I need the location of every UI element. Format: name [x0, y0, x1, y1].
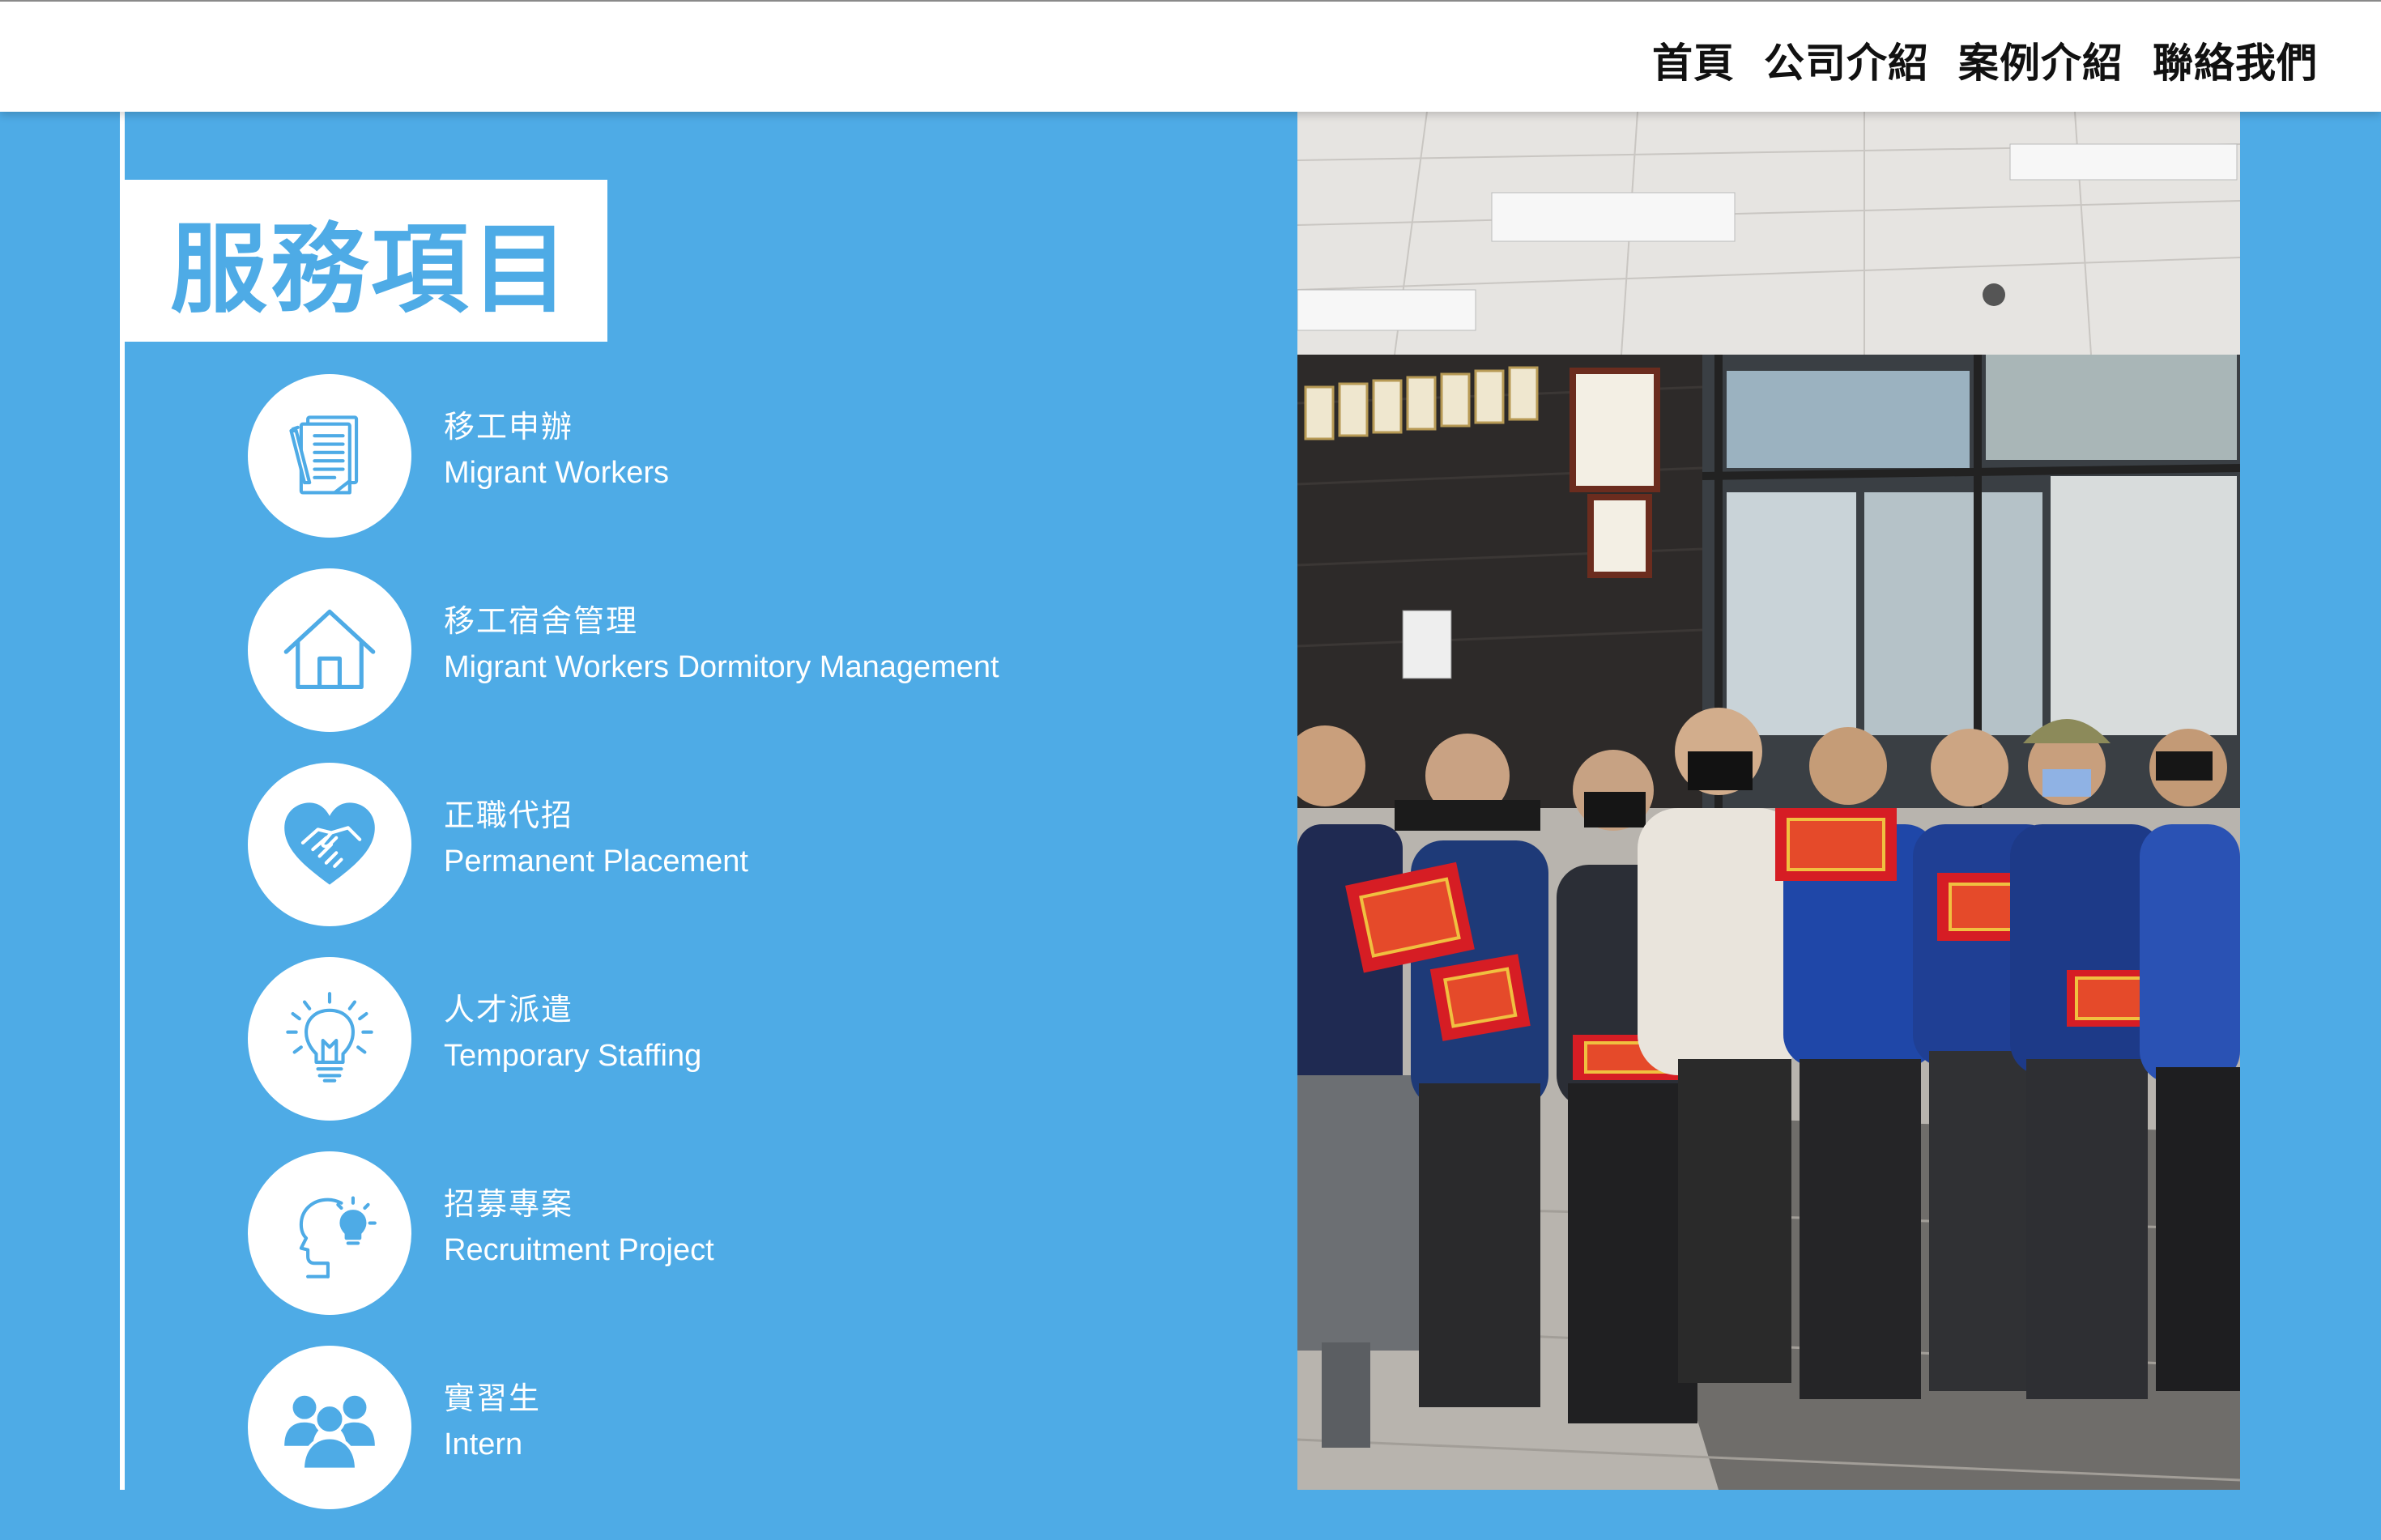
- service-title-en: Intern: [444, 1427, 523, 1461]
- top-navigation-bar: 首頁 公司介紹 案例介紹 聯絡我們: [0, 0, 2381, 112]
- head-idea-icon: [299, 1196, 377, 1278]
- nav-link-home[interactable]: 首頁: [1652, 31, 1735, 89]
- service-title-zh: 移工宿舍管理: [444, 603, 639, 639]
- section-title: 服務項目: [170, 214, 572, 326]
- main-nav: 首頁 公司介紹 案例介紹 聯絡我們: [1652, 31, 2318, 89]
- group-photo: [1297, 112, 2240, 1490]
- nav-link-contact[interactable]: 聯絡我們: [2153, 31, 2318, 89]
- service-title-zh: 實習生: [444, 1380, 542, 1416]
- service-item-intern[interactable]: 實習生 Intern: [248, 1346, 1260, 1540]
- service-item-migrant-workers[interactable]: 移工申辦 Migrant Workers: [248, 374, 1260, 568]
- lightbulb-icon: [286, 992, 373, 1083]
- service-icon-circle: [248, 957, 411, 1121]
- service-title-en: Recruitment Project: [444, 1233, 714, 1267]
- service-title-en: Permanent Placement: [444, 844, 748, 878]
- service-title-zh: 招募專案: [444, 1186, 574, 1222]
- service-title-en: Temporary Staffing: [444, 1039, 702, 1073]
- service-list: 移工申辦 Migrant Workers 移工宿舍管理 Migrant Work…: [248, 374, 1260, 1540]
- services-section: 服務項目 移工申辦 Migrant Workers 移工宿舍管理 Migrant…: [0, 112, 2381, 1509]
- service-title-zh: 正職代招: [444, 798, 574, 833]
- service-icon-circle: [248, 1151, 411, 1315]
- service-item-temporary-staffing[interactable]: 人才派遣 Temporary Staffing: [248, 957, 1260, 1151]
- service-item-recruitment-project[interactable]: 招募專案 Recruitment Project: [248, 1151, 1260, 1346]
- nav-link-cases[interactable]: 案例介紹: [1958, 31, 2123, 89]
- service-icon-circle: [248, 374, 411, 538]
- section-title-box: 服務項目: [125, 180, 607, 342]
- service-item-permanent-placement[interactable]: 正職代招 Permanent Placement: [248, 763, 1260, 957]
- document-icon: [289, 415, 359, 495]
- handshake-heart-icon: [284, 802, 375, 885]
- service-icon-circle: [248, 763, 411, 926]
- house-icon: [283, 609, 376, 690]
- service-icon-circle: [248, 568, 411, 732]
- service-title-en: Migrant Workers: [444, 456, 670, 490]
- nav-link-about[interactable]: 公司介紹: [1764, 31, 1929, 89]
- people-group-icon: [284, 1395, 375, 1471]
- service-item-dormitory-management[interactable]: 移工宿舍管理 Migrant Workers Dormitory Managem…: [248, 568, 1260, 763]
- service-title-zh: 移工申辦: [444, 409, 574, 445]
- service-title-en: Migrant Workers Dormitory Management: [444, 650, 999, 684]
- service-title-zh: 人才派遣: [444, 992, 574, 1027]
- service-icon-circle: [248, 1346, 411, 1509]
